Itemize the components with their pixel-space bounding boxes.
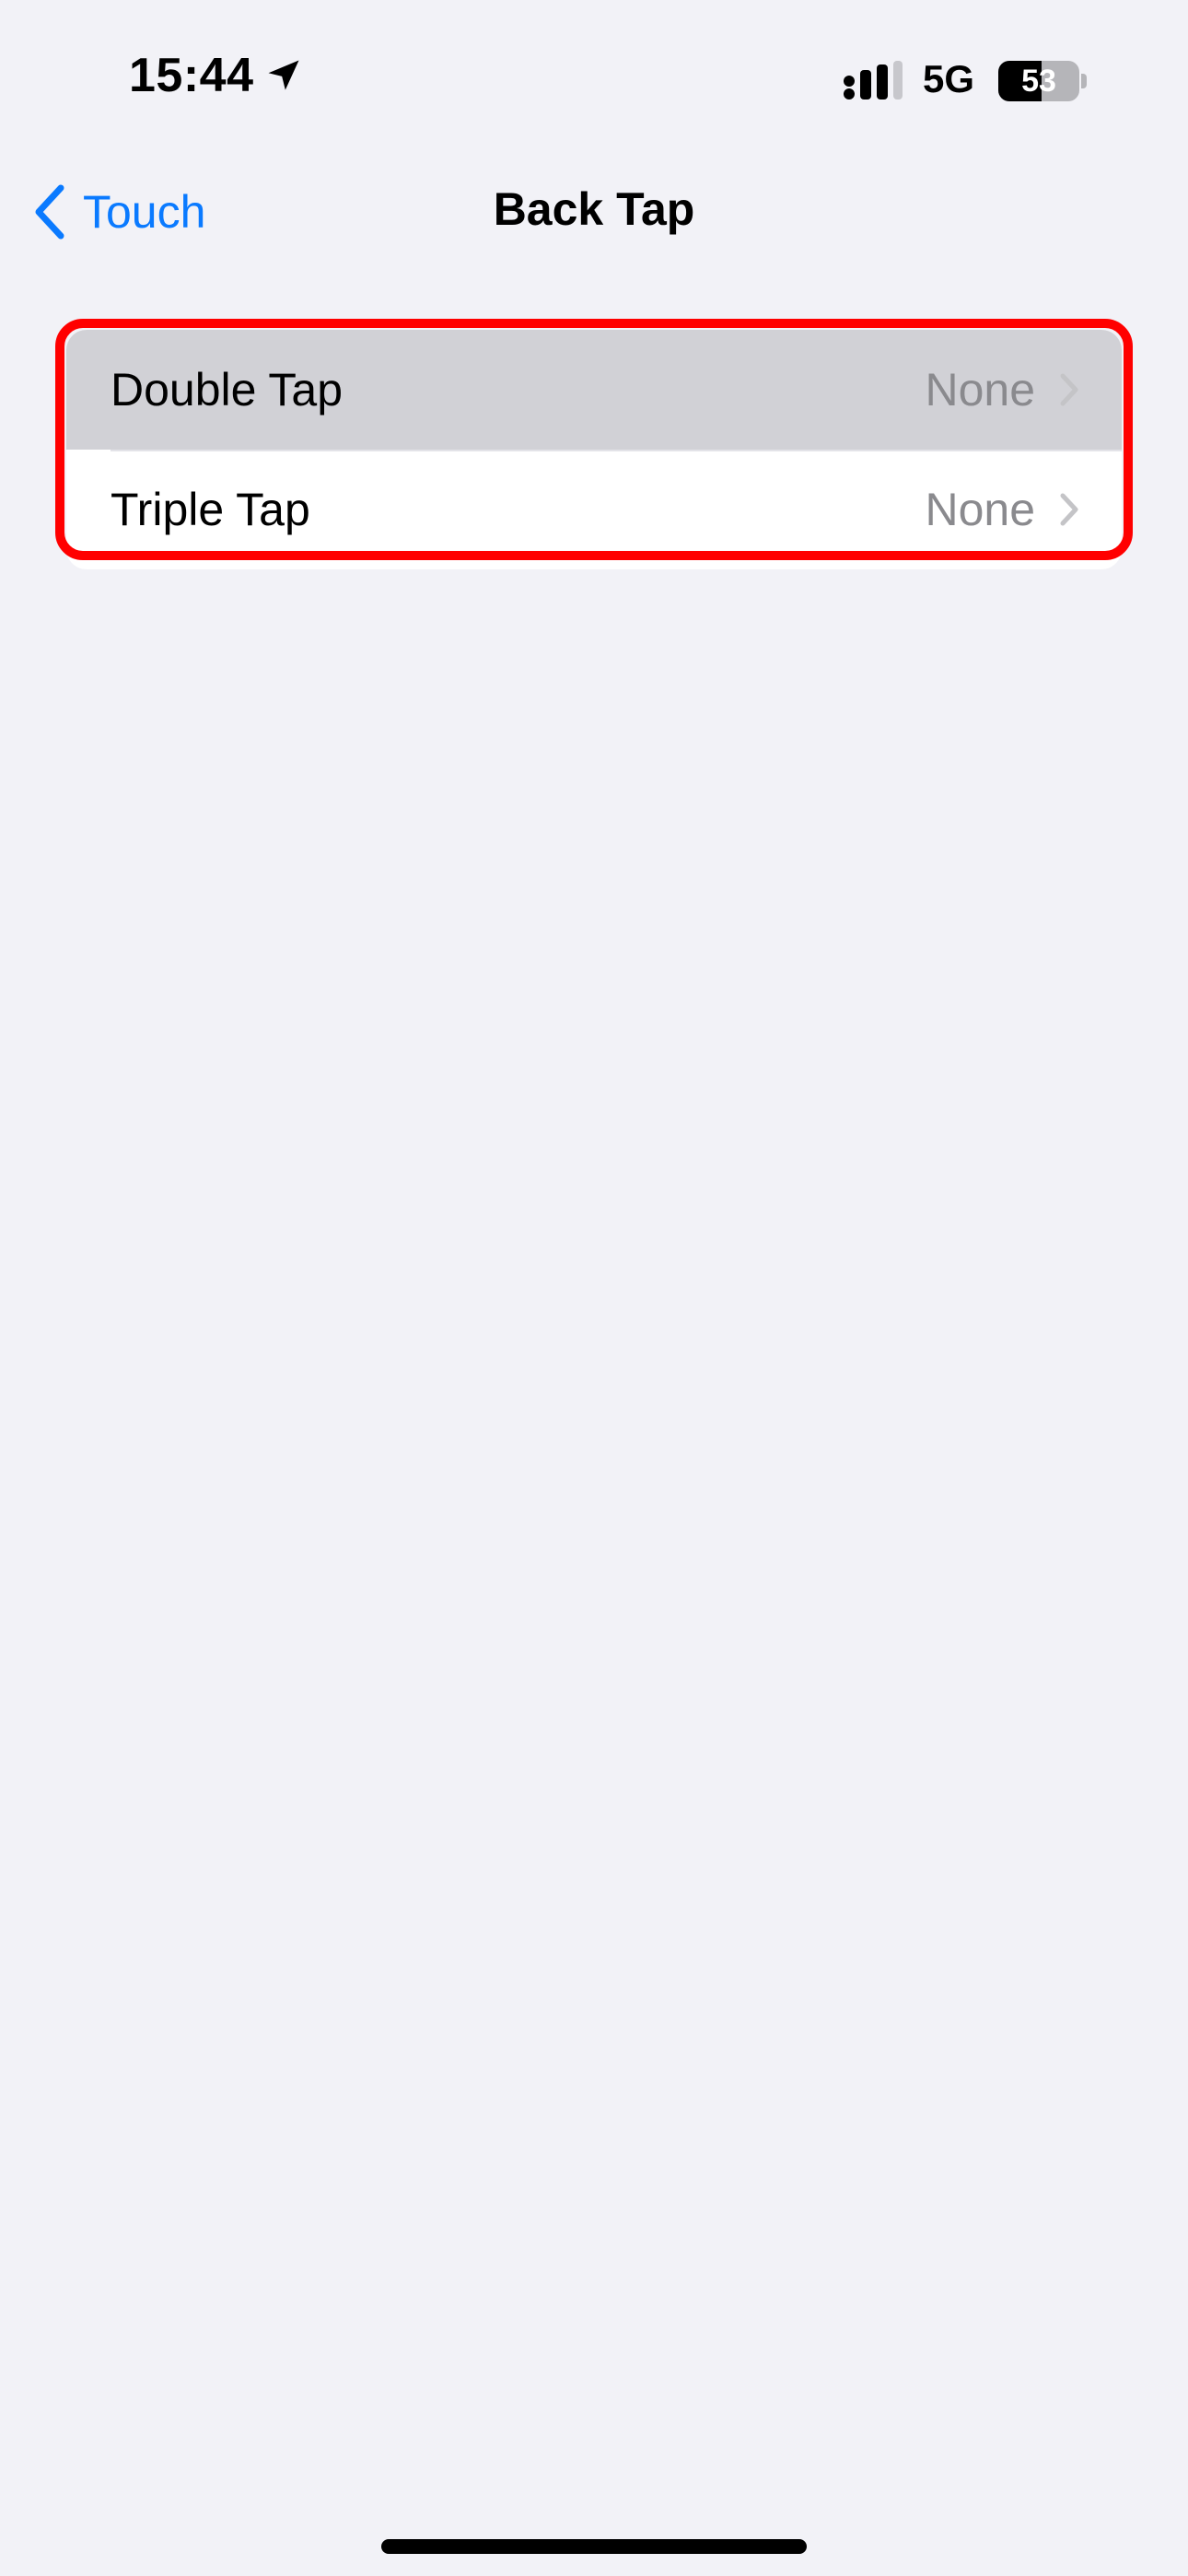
- status-time: 15:44: [129, 48, 304, 103]
- home-indicator[interactable]: [381, 2539, 807, 2554]
- triple-tap-value: None: [925, 484, 1035, 535]
- location-arrow-icon: [268, 60, 298, 90]
- battery-icon: 53: [998, 61, 1079, 101]
- page-title: Back Tap: [493, 183, 695, 235]
- battery-cap: [1081, 74, 1087, 88]
- navigation-bar: Touch Back Tap: [0, 166, 1188, 258]
- triple-tap-label: Triple Tap: [111, 484, 310, 535]
- network-type: 5G: [923, 57, 975, 100]
- double-tap-label: Double Tap: [111, 364, 344, 416]
- back-tap-options-list: Double Tap None Triple Tap None: [66, 330, 1122, 569]
- triple-tap-row[interactable]: Triple Tap None: [66, 450, 1122, 569]
- double-tap-row[interactable]: Double Tap None: [66, 330, 1122, 450]
- status-time-text: 15:44: [129, 49, 254, 102]
- chevron-right-icon: [1060, 493, 1078, 526]
- chevron-right-icon: [1060, 373, 1078, 406]
- double-tap-value: None: [925, 364, 1035, 416]
- cellular-signal-icon: [844, 61, 903, 100]
- battery-percent: 53: [1021, 63, 1056, 99]
- status-bar: 15:44 5G 53: [0, 0, 1188, 166]
